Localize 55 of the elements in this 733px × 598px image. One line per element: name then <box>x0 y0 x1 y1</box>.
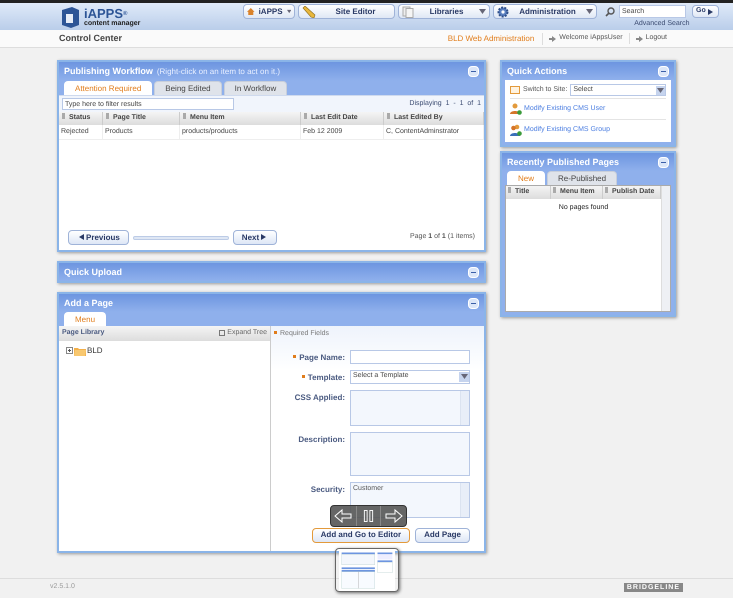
site-name: BLD Web Administration <box>448 32 544 44</box>
panel-title: Quick Actions <box>507 65 568 77</box>
input-field[interactable] <box>350 350 470 364</box>
panel-hint: (Right-click on an item to act on it.) <box>156 66 280 78</box>
arrow-icon <box>549 36 556 42</box>
pencil-icon <box>302 6 316 18</box>
search-icon <box>605 6 615 16</box>
nav-menu-button[interactable]: Libraries <box>398 4 490 19</box>
left-triangle-icon <box>79 234 84 240</box>
nav-menu-button[interactable]: Site Editor <box>298 4 395 19</box>
play-icon <box>708 8 713 14</box>
pages-icon <box>402 6 414 18</box>
users-icon <box>510 124 522 136</box>
tab[interactable]: Being Edited <box>154 81 222 95</box>
folder-icon <box>74 346 86 356</box>
field-label: Template: <box>308 372 345 384</box>
required-marker <box>274 331 277 334</box>
tab[interactable]: Re-Published <box>547 171 618 185</box>
logo-title: iAPPS$^{®}$ <box>84 6 128 20</box>
next-button[interactable]: Next <box>232 230 278 245</box>
arrow-icon <box>636 36 643 42</box>
tree-node[interactable]: BLD <box>87 344 103 356</box>
nav-menu-button[interactable]: Administration <box>493 4 597 19</box>
expand-toggle[interactable] <box>66 347 73 354</box>
page-title: Control Center <box>59 32 122 45</box>
collapse-icon[interactable] <box>468 66 479 77</box>
caret-icon <box>657 88 664 92</box>
scrollbar[interactable] <box>460 482 469 516</box>
field-label: CSS Applied: <box>294 392 345 404</box>
gear-icon <box>497 6 509 18</box>
field-label: Page Name: <box>299 352 345 364</box>
add-page-button[interactable]: Add Page <box>415 528 470 542</box>
scrollbar[interactable] <box>661 186 670 311</box>
pause-icon[interactable] <box>356 506 381 526</box>
house-icon <box>247 6 255 17</box>
caret-icon <box>460 374 468 379</box>
right-triangle-icon <box>261 234 266 240</box>
nav-menu-button[interactable]: iAPPS <box>243 4 295 19</box>
collapse-icon[interactable] <box>468 298 479 308</box>
panel-title: Quick Upload <box>64 266 122 278</box>
tab[interactable]: In Workflow <box>224 81 288 95</box>
collapse-icon[interactable] <box>658 156 669 168</box>
field-label: Description: <box>298 434 345 446</box>
panel-title: Add a Page <box>64 297 114 309</box>
collapse-icon[interactable] <box>468 266 479 278</box>
add-and-edit-button[interactable]: Add and Go to Editor <box>312 528 410 542</box>
field-label: Security: <box>310 484 345 496</box>
previous-button[interactable]: Previous <box>68 230 129 245</box>
scrollbar[interactable] <box>460 390 469 424</box>
logo-icon <box>60 6 80 28</box>
panel-title: Recently Published Pages <box>507 156 620 168</box>
site-icon <box>510 86 520 94</box>
panel-title: Publishing Workflow <box>64 65 153 77</box>
collapse-icon[interactable] <box>658 66 669 76</box>
user-icon <box>510 103 522 115</box>
